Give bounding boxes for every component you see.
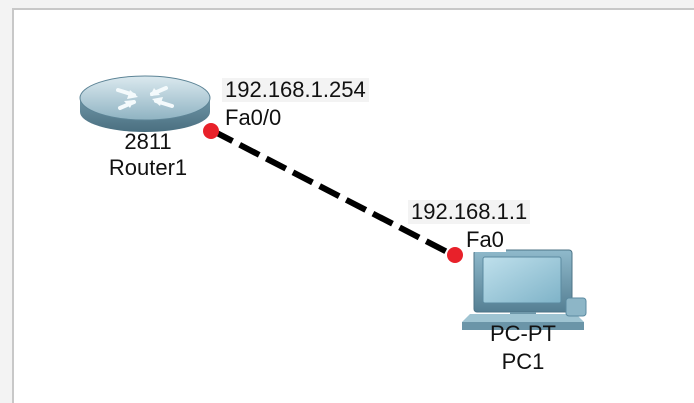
router-icon[interactable] bbox=[79, 75, 211, 132]
pc-ip-label[interactable]: 192.168.1.1 bbox=[408, 200, 531, 224]
link-cable[interactable] bbox=[211, 128, 455, 258]
router-link-endpoint bbox=[203, 123, 219, 139]
router-ip-label[interactable]: 192.168.1.254 bbox=[222, 78, 369, 102]
router-model-label: 2811 bbox=[124, 129, 172, 154]
topology-drawing bbox=[79, 75, 587, 330]
pc-name-label[interactable]: PC1 bbox=[468, 350, 578, 374]
topology-workspace: 192.168.1.254 Fa0/0 2811 Router1 192.168… bbox=[0, 0, 694, 403]
router-name-label[interactable]: Router1 bbox=[82, 156, 214, 180]
pc-interface-label: Fa0 bbox=[464, 227, 506, 252]
router-interface-label: Fa0/0 bbox=[223, 105, 284, 130]
pc-model-label: PC-PT bbox=[490, 321, 556, 346]
pc-link-endpoint bbox=[447, 247, 463, 263]
pc-icon[interactable] bbox=[462, 249, 587, 330]
